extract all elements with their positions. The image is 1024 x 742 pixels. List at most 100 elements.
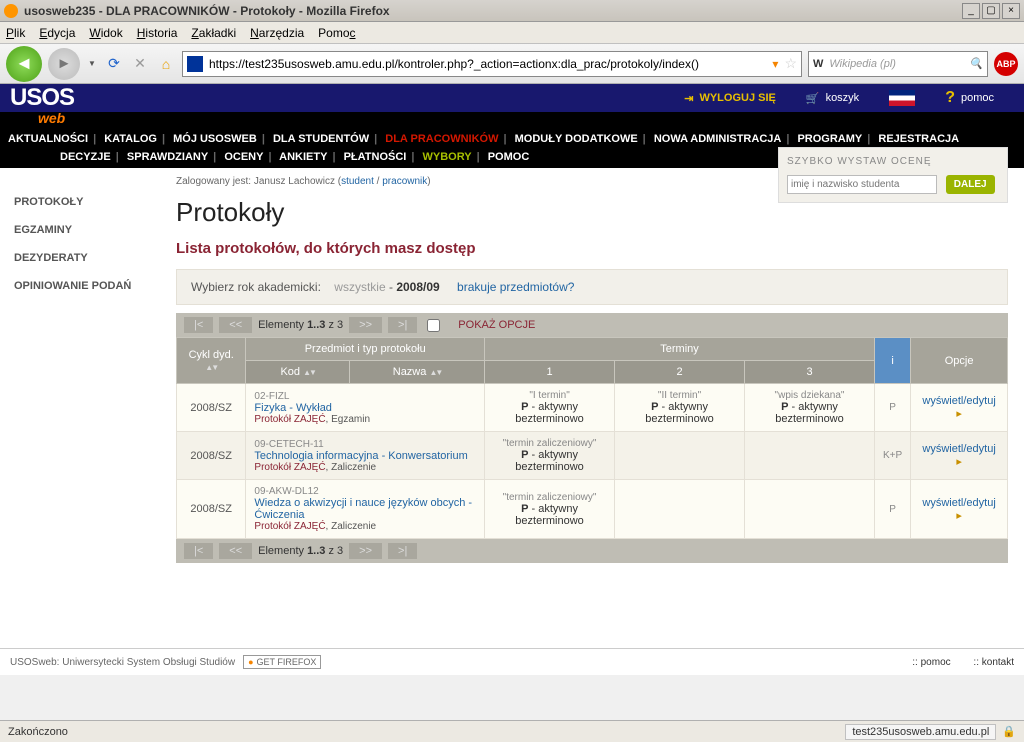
course-link[interactable]: Wiedza o akwizycji i nauce języków obcyc… bbox=[254, 497, 476, 521]
subnav-decyzje[interactable]: DECYZJE bbox=[60, 151, 111, 163]
adblock-icon[interactable]: ABP bbox=[994, 52, 1018, 76]
pager-first-b[interactable]: |< bbox=[184, 543, 213, 559]
course-link[interactable]: Fizyka - Wykład bbox=[254, 402, 476, 414]
th-opcje: Opcje bbox=[911, 338, 1008, 384]
search-engine-icon[interactable]: W bbox=[813, 58, 823, 70]
pager-last-b[interactable]: >| bbox=[388, 543, 417, 559]
usos-sublogo-strip: web bbox=[0, 112, 1024, 130]
cart-link[interactable]: 🛒 koszyk bbox=[806, 92, 859, 105]
th-terminy: Terminy bbox=[485, 338, 875, 361]
sidebar: PROTOKOŁY EGZAMINY DEZYDERATY OPINIOWANI… bbox=[0, 168, 160, 648]
url-bar[interactable]: https://test235usosweb.amu.edu.pl/kontro… bbox=[182, 51, 802, 77]
menu-zakladki[interactable]: Zakładki bbox=[191, 26, 236, 40]
table-row: 2008/SZ02-FIZLFizyka - WykładProtokół ZA… bbox=[177, 384, 1008, 432]
show-options-label[interactable]: POKAŻ OPCJE bbox=[458, 319, 535, 331]
term-cell: "termin zaliczeniowy"P - aktywny bezterm… bbox=[485, 480, 615, 539]
bookmark-star-icon[interactable]: ☆ bbox=[784, 55, 797, 72]
stop-button[interactable]: ✕ bbox=[130, 54, 150, 74]
menu-edycja[interactable]: Edycja bbox=[39, 26, 75, 40]
th-cycle[interactable]: Cykl dyd. ▲▼ bbox=[177, 338, 246, 384]
maximize-button[interactable]: ▢ bbox=[982, 3, 1000, 19]
pager-prev[interactable]: << bbox=[219, 317, 252, 333]
window-titlebar: usosweb235 - DLA PRACOWNIKÓW - Protokoły… bbox=[0, 0, 1024, 22]
pager-next[interactable]: >> bbox=[349, 317, 382, 333]
window-title: usosweb235 - DLA PRACOWNIKÓW - Protokoły… bbox=[24, 4, 960, 18]
sidebar-protokoly[interactable]: PROTOKOŁY bbox=[10, 188, 150, 216]
home-button[interactable]: ⌂ bbox=[156, 54, 176, 74]
options-cell: wyświetl/edytuj ▸ bbox=[911, 480, 1008, 539]
menu-pomoc[interactable]: Pomoc bbox=[318, 26, 355, 40]
subnav-platnosci[interactable]: PŁATNOŚCI bbox=[344, 151, 407, 163]
nav-rejestracja[interactable]: REJESTRACJA bbox=[878, 133, 959, 145]
menu-widok[interactable]: Widok bbox=[89, 26, 122, 40]
feed-icon[interactable]: ▾ bbox=[772, 57, 778, 71]
page-subtitle: Lista protokołów, do których masz dostęp bbox=[176, 240, 1008, 257]
usos-logo[interactable]: USOS bbox=[0, 84, 84, 112]
student-name-input[interactable] bbox=[787, 175, 937, 194]
search-go-icon[interactable]: 🔍 bbox=[969, 57, 983, 70]
nav-aktualnosci[interactable]: AKTUALNOŚCI bbox=[8, 133, 88, 145]
nav-programy[interactable]: PROGRAMY bbox=[797, 133, 862, 145]
nav-moduly[interactable]: MODUŁY DODATKOWE bbox=[515, 133, 638, 145]
role-student-link[interactable]: student bbox=[341, 176, 374, 187]
browser-statusbar: Zakończono test235usosweb.amu.edu.pl 🔒 bbox=[0, 720, 1024, 742]
th-kod[interactable]: Kod ▲▼ bbox=[246, 361, 350, 384]
year-current[interactable]: 2008/09 bbox=[396, 280, 439, 294]
role-pracownik-link[interactable]: pracownik bbox=[382, 176, 427, 187]
pager-top: |< << Elementy 1..3 z 3 >> >| POKAŻ OPCJ… bbox=[176, 313, 1008, 337]
view-edit-link[interactable]: wyświetl/edytuj bbox=[922, 395, 995, 407]
nav-moj-usosweb[interactable]: MÓJ USOSWEB bbox=[173, 133, 257, 145]
help-link[interactable]: ? pomoc bbox=[945, 89, 994, 107]
subnav-oceny[interactable]: OCENY bbox=[224, 151, 263, 163]
info-cell: P bbox=[875, 384, 911, 432]
menu-narzedzia[interactable]: Narzędzia bbox=[250, 26, 304, 40]
nav-administracja[interactable]: NOWA ADMINISTRACJA bbox=[654, 133, 782, 145]
cycle-cell: 2008/SZ bbox=[177, 480, 246, 539]
footer-kontakt[interactable]: :: kontakt bbox=[973, 657, 1014, 668]
nav-dla-pracownikow[interactable]: DLA PRACOWNIKÓW bbox=[385, 133, 498, 145]
menu-historia[interactable]: Historia bbox=[137, 26, 178, 40]
reload-button[interactable]: ⟳ bbox=[104, 54, 124, 74]
term-cell: "I termin"P - aktywny bezterminowo bbox=[485, 384, 615, 432]
missing-subjects-link[interactable]: brakuje przedmiotów? bbox=[457, 280, 574, 294]
subnav-wybory[interactable]: WYBORY bbox=[422, 151, 471, 163]
th-t2: 2 bbox=[615, 361, 745, 384]
subnav-ankiety[interactable]: ANKIETY bbox=[279, 151, 327, 163]
logout-link[interactable]: ⇥ WYLOGUJ SIĘ bbox=[684, 92, 776, 105]
sidebar-dezyderaty[interactable]: DEZYDERATY bbox=[10, 244, 150, 272]
pager-next-b[interactable]: >> bbox=[349, 543, 382, 559]
footer-pomoc[interactable]: :: pomoc bbox=[912, 657, 950, 668]
view-edit-link[interactable]: wyświetl/edytuj bbox=[922, 443, 995, 455]
pager-first[interactable]: |< bbox=[184, 317, 213, 333]
browser-toolbar: ◄ ► ▼ ⟳ ✕ ⌂ https://test235usosweb.amu.e… bbox=[0, 44, 1024, 84]
sidebar-opiniowanie[interactable]: OPINIOWANIE PODAŃ bbox=[10, 272, 150, 300]
history-dropdown[interactable]: ▼ bbox=[86, 48, 98, 80]
subnav-pomoc[interactable]: POMOC bbox=[488, 151, 530, 163]
back-button[interactable]: ◄ bbox=[6, 46, 42, 82]
th-nazwa[interactable]: Nazwa ▲▼ bbox=[350, 361, 485, 384]
search-bar[interactable]: W Wikipedia (pl) 🔍 bbox=[808, 51, 988, 77]
subnav-sprawdziany[interactable]: SPRAWDZIANY bbox=[127, 151, 208, 163]
sidebar-egzaminy[interactable]: EGZAMINY bbox=[10, 216, 150, 244]
site-favicon bbox=[187, 56, 203, 72]
show-options-checkbox[interactable] bbox=[427, 319, 440, 332]
pager-last[interactable]: >| bbox=[388, 317, 417, 333]
help-icon: ? bbox=[945, 89, 955, 107]
view-edit-link[interactable]: wyświetl/edytuj bbox=[922, 497, 995, 509]
pager-prev-b[interactable]: << bbox=[219, 543, 252, 559]
get-firefox-badge[interactable]: ●GET FIREFOX bbox=[243, 655, 321, 669]
subject-cell: 09-CETECH-11Technologia informacyjna - K… bbox=[246, 432, 485, 480]
forward-button[interactable]: ► bbox=[48, 48, 80, 80]
nav-katalog[interactable]: KATALOG bbox=[104, 133, 157, 145]
term-cell bbox=[745, 480, 875, 539]
language-flag[interactable] bbox=[889, 90, 915, 106]
th-subject-group: Przedmiot i typ protokołu bbox=[246, 338, 485, 361]
menu-plik[interactable]: Plik bbox=[6, 26, 25, 40]
options-cell: wyświetl/edytuj ▸ bbox=[911, 432, 1008, 480]
close-button[interactable]: × bbox=[1002, 3, 1020, 19]
year-all[interactable]: wszystkie bbox=[334, 280, 385, 294]
quick-grade-submit[interactable]: DALEJ bbox=[946, 175, 995, 194]
nav-dla-studentow[interactable]: DLA STUDENTÓW bbox=[273, 133, 369, 145]
minimize-button[interactable]: _ bbox=[962, 3, 980, 19]
course-link[interactable]: Technologia informacyjna - Konwersatoriu… bbox=[254, 450, 476, 462]
